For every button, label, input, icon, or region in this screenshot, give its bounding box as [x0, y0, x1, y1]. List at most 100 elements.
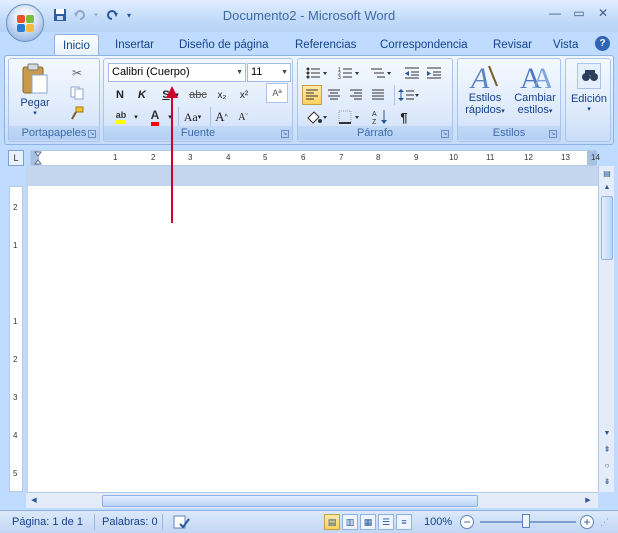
- tab-correspondencia[interactable]: Correspondencia: [372, 34, 476, 56]
- editing-button[interactable]: Edición ▾: [568, 63, 610, 113]
- print-layout-view-icon[interactable]: ▤: [324, 514, 340, 530]
- tab-referencias[interactable]: Referencias: [287, 34, 364, 56]
- shrink-font-button[interactable]: Aˇ: [232, 107, 254, 127]
- align-right-button[interactable]: [346, 85, 366, 105]
- clear-format-button[interactable]: Aª: [266, 83, 288, 103]
- tab-diseno-de-pagina[interactable]: Diseño de página: [171, 34, 277, 56]
- quick-styles-label2: rápidos: [465, 104, 502, 116]
- hruler-num: 11: [486, 153, 495, 162]
- minimize-button[interactable]: —: [546, 5, 564, 21]
- align-center-button[interactable]: [324, 85, 344, 105]
- horizontal-scrollbar[interactable]: ◀ ▶: [26, 492, 598, 508]
- font-launcher-icon[interactable]: ↘: [281, 130, 289, 138]
- previous-page-icon[interactable]: ⇞: [601, 444, 613, 456]
- tab-selector-button[interactable]: L: [8, 150, 24, 166]
- chevron-down-icon: ▼: [236, 69, 243, 76]
- align-right-icon: [350, 89, 362, 100]
- justify-icon: [372, 89, 384, 100]
- borders-button[interactable]: [334, 107, 364, 127]
- font-name-value: Calibri (Cuerpo): [112, 66, 190, 78]
- group-label-estilos: Estilos: [458, 126, 560, 140]
- font-size-combo[interactable]: 11 ▼: [247, 63, 291, 82]
- ribbon-tabs: Inicio Insertar Diseño de página Referen…: [0, 32, 618, 56]
- change-styles-button[interactable]: A A Cambiar estilos▾: [510, 62, 560, 116]
- tab-inicio[interactable]: Inicio: [54, 34, 99, 56]
- strikethrough-button[interactable]: abc: [188, 85, 208, 105]
- word-count[interactable]: Palabras: 0: [102, 516, 158, 528]
- tab-revisar[interactable]: Revisar: [485, 34, 540, 56]
- scroll-right-icon[interactable]: ▶: [582, 495, 594, 507]
- outline-view-icon[interactable]: ☰: [378, 514, 394, 530]
- change-case-button[interactable]: Aa ▾: [178, 107, 206, 127]
- zoom-out-icon[interactable]: −: [460, 515, 474, 529]
- grow-font-button[interactable]: A ^: [210, 107, 232, 127]
- chevron-down-icon: ▼: [281, 69, 288, 76]
- bullets-button[interactable]: [302, 63, 332, 83]
- format-painter-button[interactable]: [67, 103, 87, 123]
- superscript-button[interactable]: x²: [234, 85, 254, 105]
- font-color-button[interactable]: A: [144, 107, 166, 127]
- full-screen-reading-view-icon[interactable]: ▥: [342, 514, 358, 530]
- document-page[interactable]: [28, 186, 598, 492]
- status-separator: [94, 514, 95, 530]
- zoom-level[interactable]: 100%: [424, 516, 452, 528]
- paste-button[interactable]: Pegar ▾: [15, 63, 55, 119]
- sort-button[interactable]: AZ: [370, 107, 390, 127]
- styles-launcher-icon[interactable]: ↘: [549, 130, 557, 138]
- draft-view-icon[interactable]: ≡: [396, 514, 412, 530]
- close-button[interactable]: ✕: [594, 5, 612, 21]
- tab-insertar[interactable]: Insertar: [107, 34, 162, 56]
- cut-button[interactable]: ✂: [67, 63, 87, 83]
- highlight-button[interactable]: ab: [110, 107, 132, 127]
- next-page-icon[interactable]: ⇟: [601, 476, 613, 488]
- office-button[interactable]: [6, 4, 44, 42]
- horizontal-ruler[interactable]: 1 2 3 4 5 6 7 8 9 10 11 12 13 14: [30, 150, 600, 166]
- vruler-num: 2: [13, 203, 18, 212]
- subscript-button[interactable]: x₂: [212, 85, 232, 105]
- hruler-num: 14: [591, 153, 600, 162]
- multilevel-list-button[interactable]: [366, 63, 396, 83]
- web-layout-view-icon[interactable]: ▦: [360, 514, 376, 530]
- change-styles-label2: estilos: [517, 104, 549, 116]
- maximize-button[interactable]: ▭: [570, 5, 588, 21]
- font-name-combo[interactable]: Calibri (Cuerpo) ▼: [108, 63, 246, 82]
- group-label-portapapeles: Portapapeles: [9, 126, 99, 140]
- vertical-scroll-thumb[interactable]: [601, 196, 613, 260]
- align-left-button[interactable]: [302, 85, 322, 105]
- svg-text:3: 3: [338, 75, 341, 80]
- clipboard-launcher-icon[interactable]: ↘: [88, 130, 96, 138]
- scroll-left-icon[interactable]: ◀: [28, 495, 40, 507]
- zoom-in-icon[interactable]: +: [580, 515, 594, 529]
- quick-styles-icon: A: [469, 62, 498, 92]
- quick-styles-button[interactable]: A Estilos rápidos▾: [462, 62, 508, 116]
- show-marks-button[interactable]: ¶: [394, 107, 414, 127]
- highlight-dropdown-icon[interactable]: ▾: [132, 107, 140, 127]
- vertical-ruler[interactable]: 2 1 1 2 3 4 5: [9, 186, 23, 492]
- tab-vista[interactable]: Vista: [545, 34, 586, 56]
- horizontal-scroll-thumb[interactable]: [102, 495, 478, 507]
- resize-grip-icon[interactable]: ⋰: [600, 517, 609, 528]
- page-count[interactable]: Página: 1 de 1: [12, 516, 83, 528]
- status-separator: [162, 514, 163, 530]
- vruler-num: 1: [13, 241, 18, 250]
- line-spacing-button[interactable]: [394, 85, 422, 105]
- hruler-num: 8: [376, 153, 381, 162]
- scroll-down-icon[interactable]: ▼: [601, 428, 613, 440]
- shading-button[interactable]: [302, 107, 332, 127]
- vertical-scrollbar[interactable]: ▤ ▲ ▼ ⇞ ○ ⇟: [598, 166, 614, 492]
- scroll-up-icon[interactable]: ▲: [601, 182, 613, 194]
- numbering-button[interactable]: 123: [334, 63, 364, 83]
- bold-button[interactable]: N: [110, 85, 130, 105]
- decrease-indent-button[interactable]: [402, 63, 422, 83]
- paragraph-launcher-icon[interactable]: ↘: [441, 130, 449, 138]
- copy-button[interactable]: [67, 83, 87, 103]
- proofing-icon[interactable]: [172, 514, 190, 533]
- increase-indent-button[interactable]: [424, 63, 444, 83]
- ruler-toggle-icon[interactable]: ▤: [601, 168, 613, 180]
- help-icon[interactable]: ?: [595, 36, 610, 51]
- zoom-slider-handle[interactable]: [522, 514, 530, 528]
- change-styles-icon: A A: [520, 62, 551, 92]
- italic-button[interactable]: K: [132, 85, 152, 105]
- justify-button[interactable]: [368, 85, 388, 105]
- browse-object-icon[interactable]: ○: [601, 460, 613, 472]
